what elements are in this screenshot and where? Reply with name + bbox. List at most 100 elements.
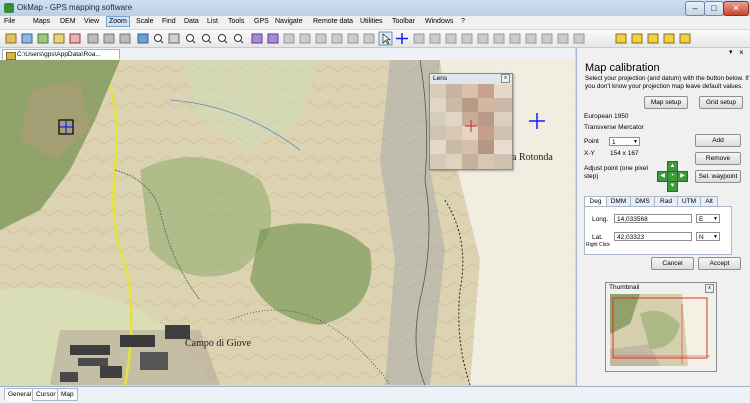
close-button[interactable]: ✕ [723, 1, 749, 16]
lens-close-button[interactable]: x [501, 74, 510, 83]
thumbnail-window[interactable]: Thumbnail x [605, 282, 717, 372]
panel-dropdown-icon[interactable]: ▾ [729, 48, 733, 56]
latitude-direction-select[interactable]: N ▼ [696, 232, 720, 241]
longitude-input[interactable]: 14,033568 [614, 214, 692, 223]
gray-tool-19-icon[interactable] [557, 33, 569, 44]
menu-help[interactable]: ? [461, 18, 465, 25]
scale-tool-icon[interactable] [168, 33, 180, 44]
gray-tool-16-icon[interactable] [509, 33, 521, 44]
gps-waypoints-icon[interactable] [647, 33, 659, 44]
remove-point-button[interactable]: Remove [695, 152, 741, 165]
menu-data[interactable]: Data [184, 18, 199, 25]
menu-dem[interactable]: DEM [60, 18, 76, 25]
adjust-down-icon[interactable]: ▼ [667, 181, 678, 192]
gray-tool-18-icon[interactable] [541, 33, 553, 44]
map-file-icon [6, 52, 16, 60]
menu-remote-data[interactable]: Remote data [313, 18, 353, 25]
zoom-out-icon[interactable] [202, 34, 212, 44]
gray-tool-3-icon[interactable] [119, 33, 131, 44]
menu-list[interactable]: List [207, 18, 218, 25]
menu-scale[interactable]: Scale [136, 18, 154, 25]
menu-gps[interactable]: GPS [254, 18, 269, 25]
search-icon[interactable] [154, 34, 164, 44]
document-tab-label: C:\Users\gps\AppData\Roa... [17, 51, 101, 58]
gray-tool-2-icon[interactable] [103, 33, 115, 44]
gray-tool-15-icon[interactable] [493, 33, 505, 44]
window-title: OkMap - GPS mapping software [17, 3, 133, 12]
crosshair-icon[interactable] [396, 33, 408, 44]
track-edit-icon[interactable] [267, 33, 279, 44]
gray-tool-11-icon[interactable] [429, 33, 441, 44]
minimize-button[interactable]: – [685, 1, 705, 16]
menu-view[interactable]: View [84, 18, 99, 25]
right-click-hint: Right Click [586, 242, 610, 248]
map-setup-button[interactable]: Map setup [644, 96, 688, 109]
xy-label: X-Y [584, 150, 595, 157]
panel-close-icon[interactable]: × [739, 48, 744, 57]
menu-bar: File Maps DEM View Zoom Scale Find Data … [0, 16, 750, 30]
tab-map[interactable]: Map [57, 388, 78, 401]
thumbnail-map-preview [610, 294, 712, 366]
add-point-button[interactable]: Add [695, 134, 741, 147]
gray-tool-20-icon[interactable] [573, 33, 585, 44]
accept-button[interactable]: Accept [698, 257, 741, 270]
gray-tool-12-icon[interactable] [445, 33, 457, 44]
menu-zoom[interactable]: Zoom [106, 16, 130, 27]
gray-tool-10-icon[interactable] [413, 33, 425, 44]
point-label: Point [584, 138, 599, 145]
point-select[interactable]: 1 ▼ [609, 137, 640, 146]
chevron-down-icon: ▼ [633, 139, 638, 145]
longitude-direction-value: E [699, 216, 704, 223]
tab-cursor[interactable]: Cursor [32, 388, 60, 401]
lens-window[interactable]: Lens x [429, 73, 513, 170]
thumbnail-close-button[interactable]: x [705, 284, 714, 293]
menu-windows[interactable]: Windows [425, 18, 453, 25]
map-list-icon[interactable] [37, 33, 49, 44]
document-tab[interactable]: C:\Users\gps\AppData\Roa... [2, 49, 120, 60]
gray-tool-1-icon[interactable] [87, 33, 99, 44]
menu-navigate[interactable]: Navigate [275, 18, 303, 25]
gps-tracks-icon[interactable] [663, 33, 675, 44]
adjust-right-icon[interactable]: ▶ [677, 171, 688, 182]
menu-utilities[interactable]: Utilities [360, 18, 383, 25]
tab-general[interactable]: General [4, 388, 36, 401]
longitude-label: Long. [592, 216, 609, 223]
title-bar: OkMap - GPS mapping software – □ ✕ [0, 0, 750, 16]
menu-find[interactable]: Find [162, 18, 176, 25]
open-map-icon[interactable] [5, 33, 17, 44]
cancel-button[interactable]: Cancel [651, 257, 694, 270]
zoom-in-icon[interactable] [186, 34, 196, 44]
gray-tool-9-icon[interactable] [363, 33, 375, 44]
save-map-icon[interactable] [21, 33, 33, 44]
gray-tool-17-icon[interactable] [525, 33, 537, 44]
menu-maps[interactable]: Maps [33, 18, 50, 25]
gray-tool-6-icon[interactable] [315, 33, 327, 44]
zoom-fit-icon[interactable] [234, 34, 244, 44]
zoom-area-icon[interactable] [218, 34, 228, 44]
gray-tool-5-icon[interactable] [299, 33, 311, 44]
latitude-input[interactable]: 42,03323 [614, 232, 692, 241]
gray-tool-14-icon[interactable] [477, 33, 489, 44]
gps-upload-icon[interactable] [615, 33, 627, 44]
grid-setup-button[interactable]: Grid setup [699, 96, 743, 109]
pointer-icon[interactable] [378, 31, 393, 46]
panel-header: ▾ × [577, 48, 750, 59]
gps-routes-icon[interactable] [679, 33, 691, 44]
route-tool-icon[interactable] [69, 33, 81, 44]
select-waypoint-button[interactable]: Sel. waypoint [695, 170, 741, 183]
waypoint-tool-icon[interactable] [53, 33, 65, 44]
menu-file[interactable]: File [4, 18, 15, 25]
longitude-direction-select[interactable]: E ▼ [696, 214, 720, 223]
gray-tool-8-icon[interactable] [347, 33, 359, 44]
menu-tools[interactable]: Tools [228, 18, 244, 25]
maximize-button[interactable]: □ [704, 1, 724, 16]
gps-download-icon[interactable] [631, 33, 643, 44]
track-tool-icon[interactable] [251, 33, 263, 44]
grid-tool-icon[interactable] [137, 33, 149, 44]
thumbnail-title: Thumbnail [609, 284, 640, 291]
projection-label: Transverse Mercator [584, 124, 644, 131]
menu-toolbar[interactable]: Toolbar [392, 18, 415, 25]
gray-tool-13-icon[interactable] [461, 33, 473, 44]
gray-tool-7-icon[interactable] [331, 33, 343, 44]
gray-tool-4-icon[interactable] [283, 33, 295, 44]
